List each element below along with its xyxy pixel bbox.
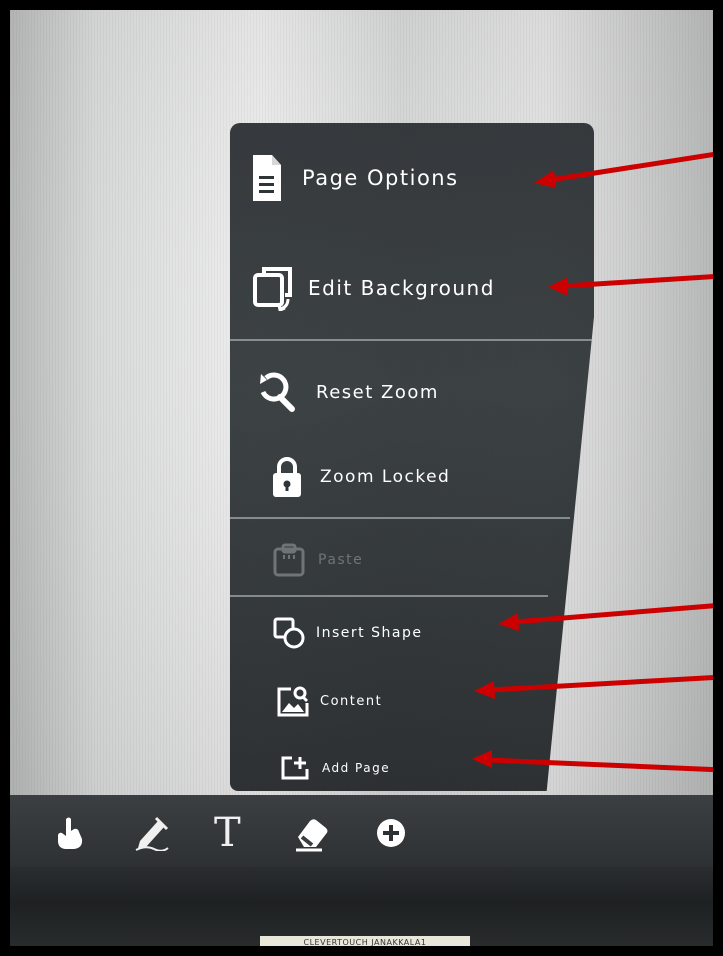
document-icon [250,152,284,204]
menu-item-label: Paste [318,552,364,568]
device-sticker: CLEVERTOUCH JANAKKALA1 [260,936,470,946]
menu-item-label: Edit Background [308,276,495,300]
annotation-arrow [474,674,723,699]
menu-item-edit-background[interactable]: Edit Background [252,259,495,317]
text-icon[interactable]: T [214,810,241,856]
lock-icon [270,455,304,499]
shapes-icon [272,616,306,650]
menu-item-label: Zoom Locked [320,467,451,487]
menu-item-label: Content [320,693,383,709]
eraser-icon[interactable] [292,815,332,857]
menu-item-label: Add Page [322,761,391,775]
menu-divider [230,595,548,597]
menu-item-insert-shape[interactable]: Insert Shape [272,609,422,657]
menu-item-label: Reset Zoom [316,381,439,403]
image-search-icon [276,684,310,718]
menu-item-label: Page Options [302,166,459,190]
menu-item-paste[interactable]: Paste [272,537,363,583]
menu-item-reset-zoom[interactable]: Reset Zoom [258,367,439,417]
zoom-reset-icon [258,372,296,412]
layers-swap-icon [252,265,298,313]
menu-item-zoom-locked[interactable]: Zoom Locked [270,449,450,505]
hand-icon[interactable] [54,815,88,855]
annotation-arrow [472,750,723,773]
bottom-toolbar [10,795,723,867]
photo-frame: Page Options Edit Background Reset Zoom … [10,10,723,946]
menu-item-label: Insert Shape [316,625,423,641]
add-page-icon [280,755,310,781]
menu-item-page-options[interactable]: Page Options [250,145,459,211]
menu-item-add-page[interactable]: Add Page [280,749,390,787]
annotation-arrow [498,602,723,631]
clipboard-icon [272,543,306,577]
annotation-arrow [548,273,723,296]
menu-divider [230,517,570,519]
add-icon[interactable] [376,818,406,852]
annotation-arrow [534,150,723,188]
display-bezel [10,867,723,946]
pen-icon[interactable] [132,815,170,855]
menu-divider [230,339,592,341]
menu-item-content[interactable]: Content [276,679,382,723]
